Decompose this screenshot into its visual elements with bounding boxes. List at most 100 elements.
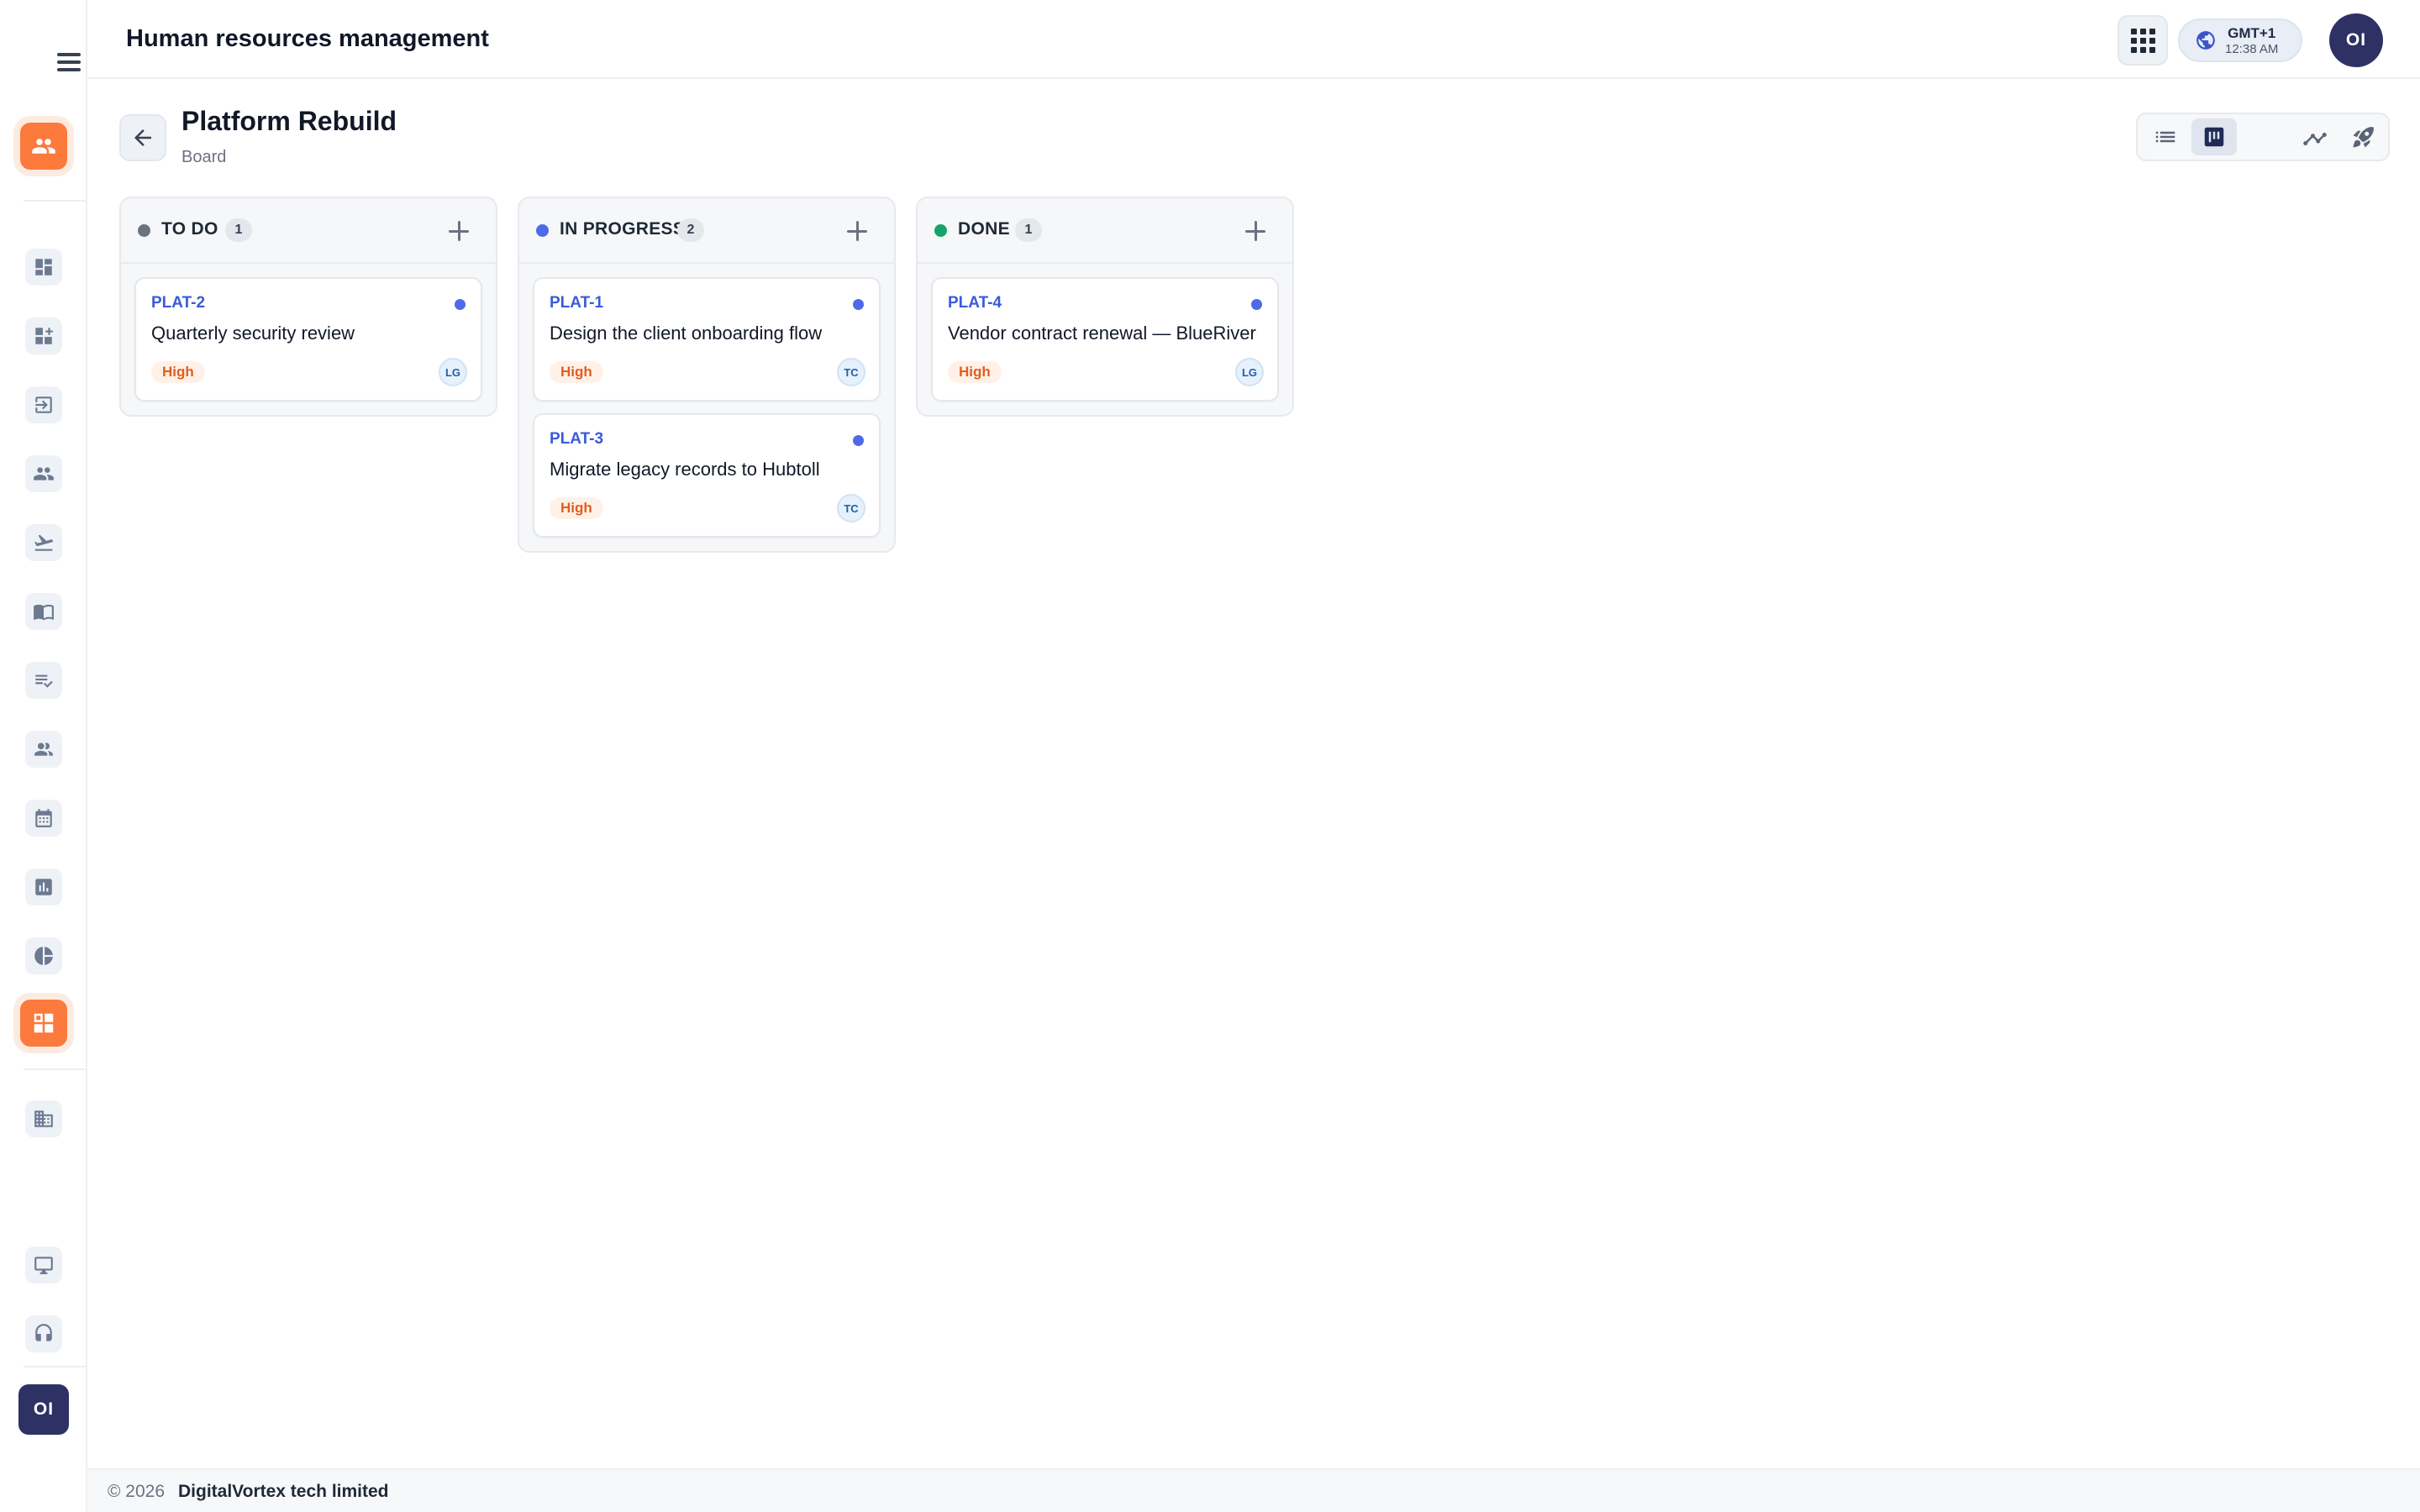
user-avatar[interactable]: OI bbox=[2329, 13, 2383, 67]
sidebar-item-tasks[interactable] bbox=[25, 662, 62, 699]
dashboard-add-icon bbox=[35, 328, 53, 344]
timezone-label: GMT+1 bbox=[2228, 24, 2276, 41]
card-title: Design the client onboarding flow bbox=[550, 323, 823, 344]
globe-icon bbox=[2196, 31, 2215, 50]
column-count-badge: 1 bbox=[225, 218, 252, 242]
app-title: Human resources management bbox=[126, 25, 489, 52]
board-column-done: DONE 1 PLAT-4 Vendor contract renewal — … bbox=[916, 197, 1294, 417]
column-title: IN PROGRESS bbox=[560, 219, 686, 239]
people-icon bbox=[32, 139, 55, 154]
sidebar-item-analytics[interactable] bbox=[25, 937, 62, 974]
column-title: TO DO bbox=[161, 219, 218, 239]
column-count-badge: 1 bbox=[1015, 218, 1042, 242]
card-title: Vendor contract renewal — BlueRiver bbox=[948, 323, 1256, 344]
bar-chart-icon bbox=[35, 879, 52, 895]
sidebar-item-employees[interactable] bbox=[25, 455, 62, 492]
checklist-icon bbox=[35, 675, 53, 688]
column-header: TO DO 1 bbox=[121, 198, 496, 264]
book-icon bbox=[34, 604, 54, 621]
board-view-icon bbox=[2204, 127, 2224, 147]
login-icon bbox=[35, 396, 52, 413]
task-card[interactable]: PLAT-2 Quarterly security review High LG bbox=[134, 277, 482, 402]
add-card-button[interactable] bbox=[1242, 218, 1269, 244]
board-column-in-progress: IN PROGRESS 2 PLAT-1 Design the client o… bbox=[518, 197, 896, 553]
sidebar-item-support[interactable] bbox=[25, 1315, 62, 1352]
card-status-dot bbox=[1251, 299, 1262, 310]
add-card-button[interactable] bbox=[445, 218, 472, 244]
footer: © 2026 DigitalVortex tech limited bbox=[87, 1468, 2420, 1512]
project-board-icon bbox=[34, 1013, 54, 1033]
rocket-view-button[interactable] bbox=[2341, 118, 2386, 155]
card-key[interactable]: PLAT-4 bbox=[948, 294, 1002, 312]
assignee-avatar[interactable]: TC bbox=[837, 494, 865, 522]
flight-departure-icon bbox=[34, 534, 53, 551]
view-switcher bbox=[2136, 113, 2390, 161]
list-view-icon bbox=[2155, 131, 2175, 143]
group-icon bbox=[34, 743, 53, 756]
status-dot bbox=[934, 224, 947, 237]
add-card-button[interactable] bbox=[844, 218, 871, 244]
sidebar-item-hr-home[interactable] bbox=[20, 123, 67, 170]
card-key[interactable]: PLAT-3 bbox=[550, 430, 603, 449]
people-icon bbox=[34, 467, 54, 480]
sidebar: OI bbox=[0, 0, 87, 1512]
top-bar: Human resources management GMT+1 12:38 A… bbox=[87, 0, 2420, 79]
sidebar-item-projects[interactable] bbox=[20, 1000, 67, 1047]
sidebar-item-teams[interactable] bbox=[25, 731, 62, 768]
timezone-pill[interactable]: GMT+1 12:38 AM bbox=[2178, 18, 2302, 62]
card-status-dot bbox=[853, 299, 864, 310]
trend-view-button[interactable] bbox=[2292, 118, 2338, 155]
column-header: IN PROGRESS 2 bbox=[519, 198, 894, 264]
sidebar-divider bbox=[24, 1366, 86, 1368]
calendar-icon bbox=[35, 809, 52, 827]
priority-badge: High bbox=[151, 361, 205, 383]
column-title: DONE bbox=[958, 219, 1010, 239]
status-dot bbox=[536, 224, 549, 237]
sidebar-item-calendar[interactable] bbox=[25, 800, 62, 837]
assignee-avatar[interactable]: LG bbox=[1235, 358, 1264, 386]
assignee-avatar[interactable]: TC bbox=[837, 358, 865, 386]
current-time: 12:38 AM bbox=[2225, 41, 2279, 56]
sidebar-item-dashboard-add[interactable] bbox=[25, 318, 62, 354]
status-dot bbox=[138, 224, 150, 237]
dashboard-icon bbox=[35, 259, 52, 276]
priority-badge: High bbox=[948, 361, 1002, 383]
card-key[interactable]: PLAT-1 bbox=[550, 294, 603, 312]
sidebar-item-dashboard[interactable] bbox=[25, 249, 62, 286]
headset-icon bbox=[35, 1324, 52, 1341]
arrow-back-icon bbox=[134, 129, 151, 146]
apps-grid-icon bbox=[2130, 28, 2155, 53]
task-card[interactable]: PLAT-1 Design the client onboarding flow… bbox=[533, 277, 881, 402]
priority-badge: High bbox=[550, 497, 603, 519]
hamburger-menu-icon[interactable] bbox=[52, 48, 86, 76]
list-view-button[interactable] bbox=[2143, 118, 2188, 155]
board-view-button[interactable] bbox=[2191, 118, 2237, 155]
desktop-icon bbox=[34, 1257, 53, 1274]
card-title: Quarterly security review bbox=[151, 323, 355, 344]
sidebar-divider bbox=[24, 200, 86, 202]
task-card[interactable]: PLAT-3 Migrate legacy records to Hubtoll… bbox=[533, 413, 881, 538]
page-title: Platform Rebuild bbox=[182, 106, 397, 136]
sidebar-item-leave[interactable] bbox=[25, 524, 62, 561]
priority-badge: High bbox=[550, 361, 603, 383]
assignee-avatar[interactable]: LG bbox=[439, 358, 467, 386]
sidebar-item-login[interactable] bbox=[25, 386, 62, 423]
column-header: DONE 1 bbox=[918, 198, 1292, 264]
apps-launcher-button[interactable] bbox=[2118, 15, 2168, 66]
sidebar-item-handbook[interactable] bbox=[25, 593, 62, 630]
building-icon bbox=[34, 1110, 53, 1127]
footer-copyright: © 2026 bbox=[108, 1482, 166, 1501]
sidebar-item-reports[interactable] bbox=[25, 869, 62, 906]
card-key[interactable]: PLAT-2 bbox=[151, 294, 205, 312]
pie-chart-icon bbox=[34, 947, 53, 965]
footer-company-link[interactable]: DigitalVortex tech limited bbox=[178, 1482, 389, 1502]
sidebar-item-organization[interactable] bbox=[25, 1100, 62, 1137]
sidebar-user-avatar[interactable]: OI bbox=[18, 1384, 69, 1435]
sidebar-item-desk[interactable] bbox=[25, 1247, 62, 1284]
rocket-icon bbox=[2353, 127, 2374, 148]
back-button[interactable] bbox=[119, 114, 166, 161]
column-count-badge: 2 bbox=[677, 218, 704, 242]
card-title: Migrate legacy records to Hubtoll bbox=[550, 459, 820, 480]
task-card[interactable]: PLAT-4 Vendor contract renewal — BlueRiv… bbox=[931, 277, 1279, 402]
sidebar-divider bbox=[24, 1068, 86, 1070]
